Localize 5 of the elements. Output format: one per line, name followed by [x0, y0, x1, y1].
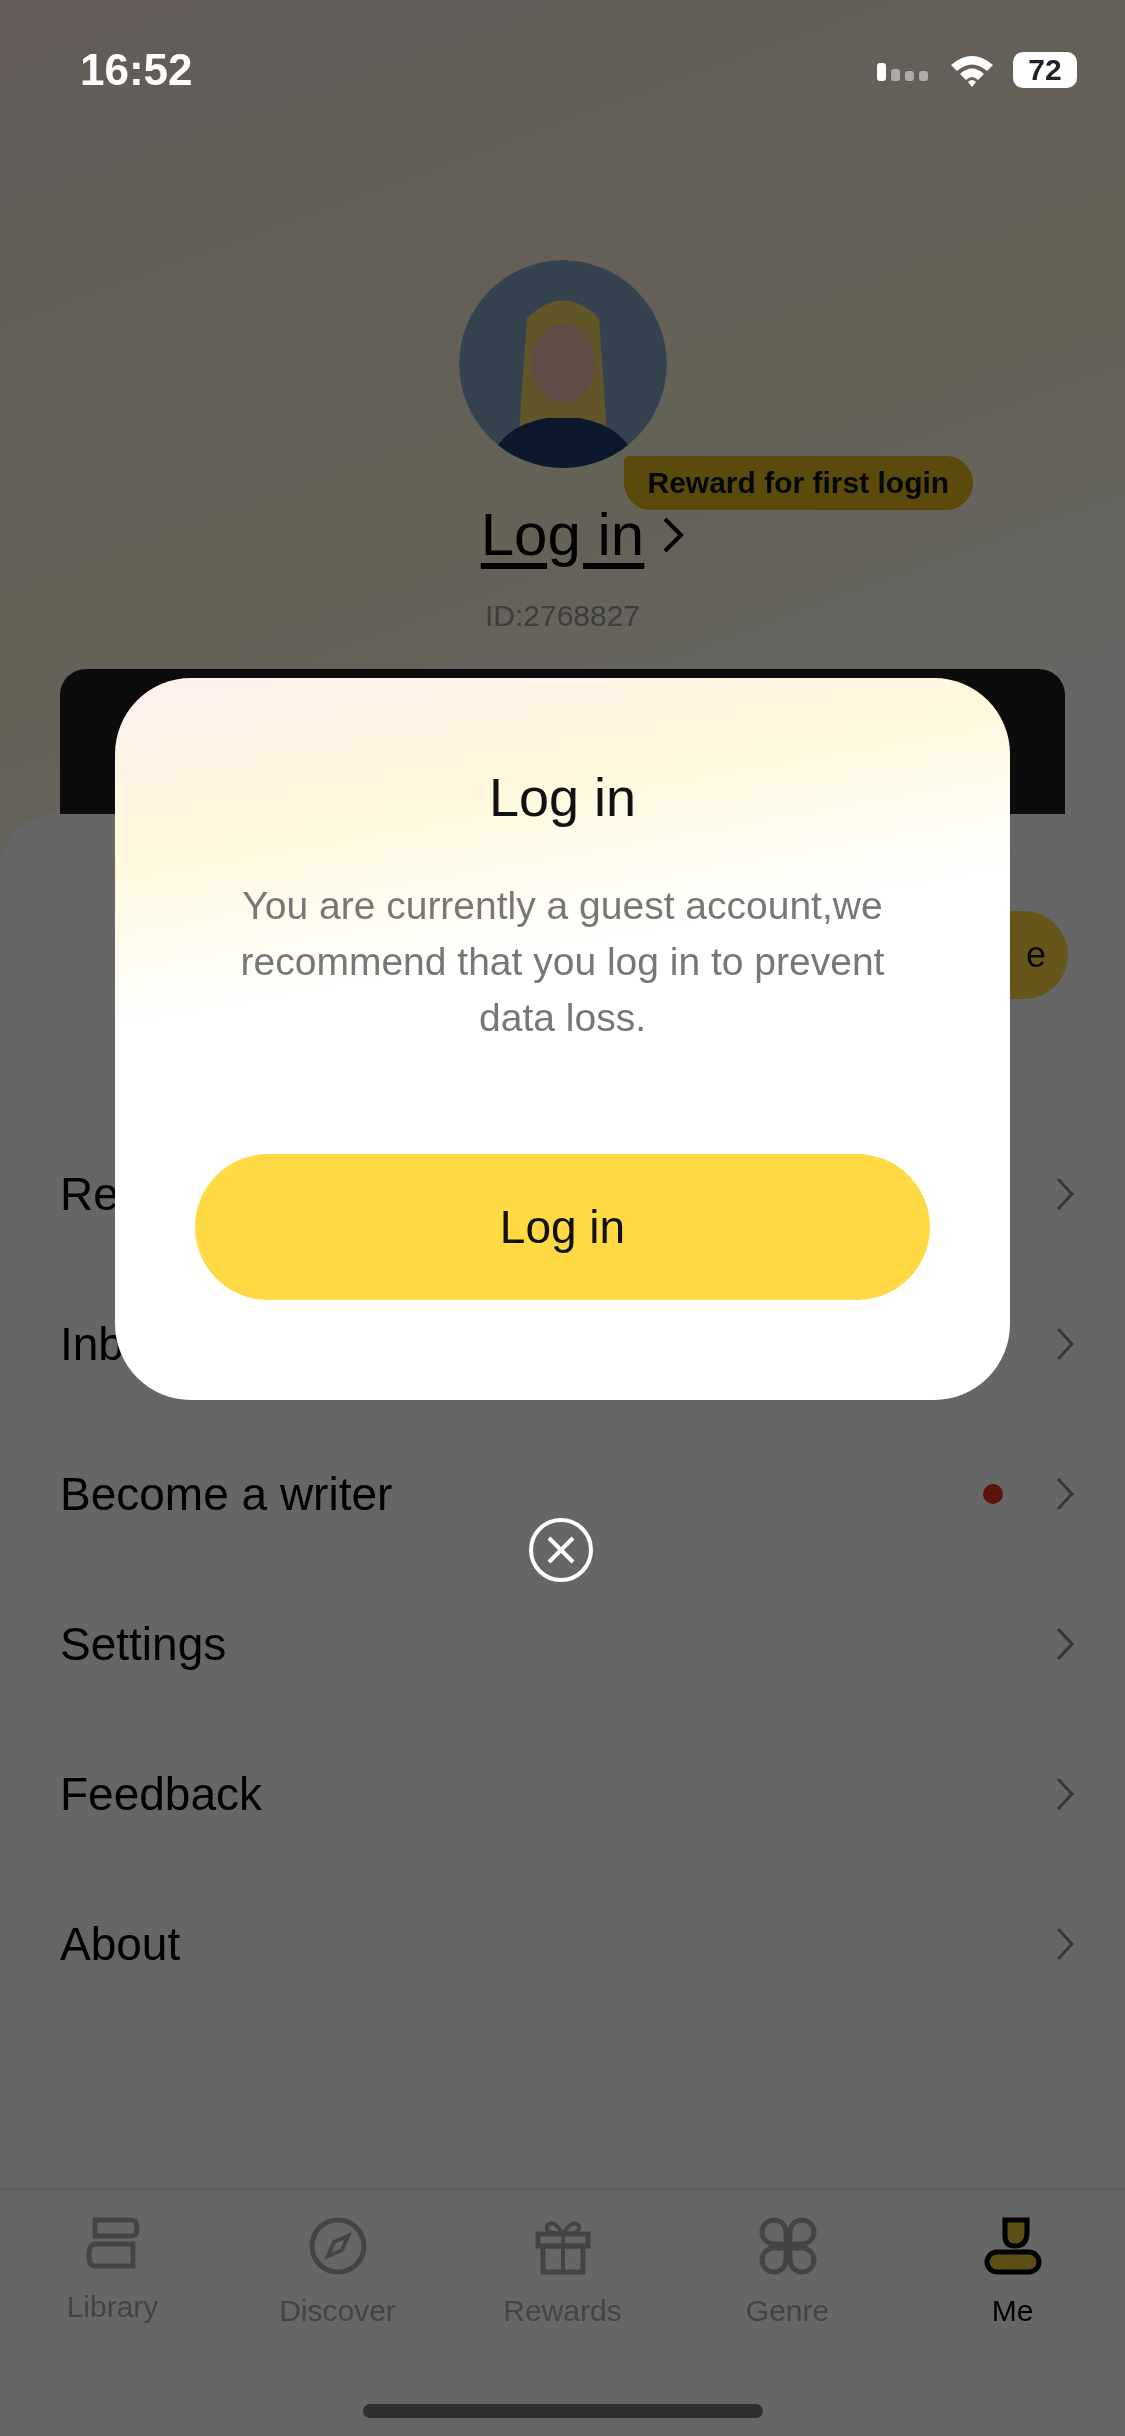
dialog-title: Log in [488, 766, 637, 828]
status-time: 16:52 [80, 45, 193, 95]
dialog-message: You are currently a guest account,we recommend that you log in to prevent data loss. [239, 883, 886, 1041]
reward-badge: Reward for first login [623, 456, 974, 510]
battery-icon: 72 [1013, 52, 1077, 88]
